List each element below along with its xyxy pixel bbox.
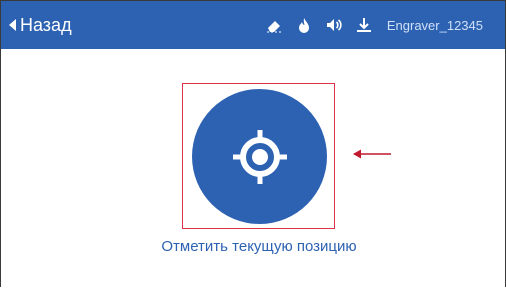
mark-position-button[interactable] <box>192 89 327 224</box>
device-name: Engraver_12345 <box>386 17 483 33</box>
back-button[interactable]: Назад <box>9 12 72 38</box>
status-bar: Engraver_12345 <box>265 14 483 36</box>
eraser-icon <box>265 16 283 34</box>
download-icon <box>355 16 373 34</box>
back-arrow-icon <box>9 19 16 31</box>
back-label: Назад <box>20 14 72 35</box>
mark-position-label[interactable]: Отметить текущую позицию <box>161 236 357 258</box>
speaker-icon <box>325 16 343 34</box>
pointer-arrow <box>353 149 391 159</box>
flame-icon <box>295 16 313 34</box>
top-bar: Назад Engraver_12345 <box>1 1 505 49</box>
crosshair-icon <box>232 129 287 184</box>
app-window: Назад Engraver_12345 Отметить текущую по… <box>0 0 506 287</box>
